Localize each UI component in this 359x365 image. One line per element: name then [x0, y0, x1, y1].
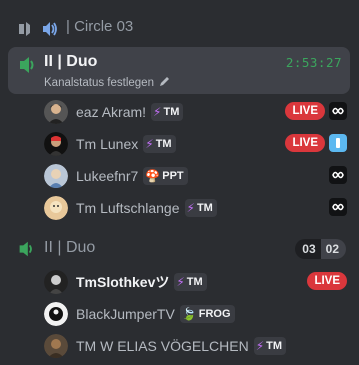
avatar — [44, 270, 68, 294]
username: TmSlothkevツ — [76, 274, 170, 290]
lightning-icon: ⚡ — [145, 137, 154, 151]
channel-status[interactable]: Kanalstatus festlegen — [44, 76, 170, 90]
activity-icon[interactable] — [329, 166, 347, 184]
lightning-icon: ⚡ — [255, 339, 265, 353]
voice-channel-icon — [16, 239, 36, 264]
voice-user[interactable]: TM W ELIAS VÖGELCHEN ⚡ TM — [44, 332, 347, 360]
avatar — [44, 132, 68, 156]
status-label: Kanalstatus festlegen — [44, 77, 154, 89]
voice-channel[interactable]: II | Duo 03 02 — [16, 236, 346, 260]
server-tag: ⚡ TM — [174, 273, 207, 291]
live-badge[interactable]: LIVE — [285, 102, 325, 120]
category-title: | Circle 03 — [66, 18, 134, 35]
avatar — [44, 164, 68, 188]
activity-icon[interactable] — [329, 134, 347, 152]
avatar — [44, 196, 68, 220]
voice-user[interactable]: Tm Luftschlange ⚡ TM — [44, 194, 347, 222]
speaker-icon — [41, 21, 59, 42]
voice-channel-icon — [16, 54, 38, 81]
avatar — [44, 100, 68, 124]
mushroom-icon: 🍄 — [145, 169, 161, 183]
lightning-icon: ⚡ — [176, 275, 185, 289]
username: Tm Luftschlange — [76, 200, 180, 216]
voice-settings-icon — [16, 20, 34, 43]
username: BlackJumperTV — [76, 306, 175, 322]
voice-user[interactable]: Lukeefnr7 🍄 PPT — [44, 162, 347, 190]
live-badge[interactable]: LIVE — [307, 272, 347, 290]
pencil-icon[interactable] — [159, 76, 170, 90]
voice-user[interactable]: TmSlothkevツ ⚡ TM LIVE — [44, 268, 347, 296]
server-tag: ⚡ TM — [253, 337, 287, 355]
lightning-icon: ⚡ — [186, 201, 195, 215]
user-limit-badge: 03 02 — [295, 239, 346, 259]
voice-user[interactable]: BlackJumperTV 🍃 FROG — [44, 300, 347, 328]
avatar — [44, 334, 68, 358]
server-tag: ⚡ TM — [184, 199, 217, 217]
username: Lukeefnr7 — [76, 168, 139, 184]
leaf-icon: 🍃 — [181, 307, 197, 321]
call-timer: 2:53:27 — [285, 55, 342, 70]
server-tag: ⚡ TM — [143, 135, 176, 153]
activity-icon[interactable] — [329, 102, 347, 120]
server-tag: 🍄 PPT — [143, 167, 188, 185]
username: TM W ELIAS VÖGELCHEN — [76, 338, 249, 354]
avatar — [44, 302, 68, 326]
voice-user[interactable]: eaz Akram! ⚡ TM LIVE — [44, 98, 347, 126]
lightning-icon: ⚡ — [153, 105, 162, 119]
live-badge[interactable]: LIVE — [285, 134, 325, 152]
username: eaz Akram! — [76, 104, 147, 120]
server-tag: 🍃 FROG — [179, 305, 235, 323]
channel-name: II | Duo — [44, 239, 96, 256]
activity-icon[interactable] — [329, 198, 347, 216]
voice-user[interactable]: Tm Lunex ⚡ TM LIVE — [44, 130, 347, 158]
channel-name: II | Duo — [44, 53, 98, 70]
server-tag: ⚡ TM — [151, 103, 184, 121]
voice-channel-active[interactable]: II | Duo 2:53:27 Kanalstatus festlegen — [8, 47, 350, 94]
category-header[interactable]: | Circle 03 — [0, 17, 359, 41]
username: Tm Lunex — [76, 136, 139, 152]
